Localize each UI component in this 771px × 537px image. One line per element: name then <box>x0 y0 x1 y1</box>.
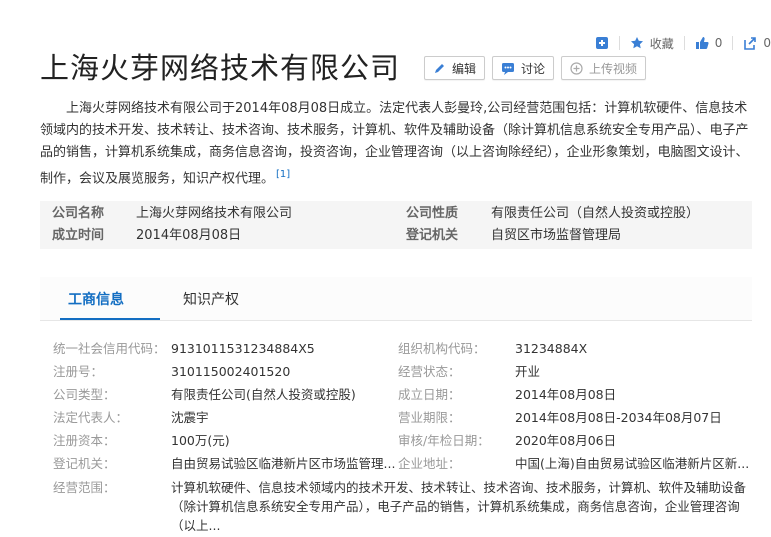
term-label: 营业期限： <box>398 410 461 425</box>
company-type-detail-label: 公司类型： <box>53 387 116 402</box>
authority-value: 自贸区市场监督管理局 <box>491 228 622 243</box>
status-label: 经营状态： <box>398 364 461 379</box>
company-name-label: 公司名称 <box>52 206 105 221</box>
upload-video-button-label: 上传视频 <box>589 61 638 76</box>
legal-rep-value: 沈震宇 <box>171 410 209 425</box>
address-label: 企业地址： <box>398 456 461 471</box>
share-icon <box>744 37 757 50</box>
reg-no-value: 310115002401520 <box>171 364 291 379</box>
chat-icon <box>501 62 515 75</box>
toolbar-divider <box>618 36 620 50</box>
edit-button-label: 编辑 <box>452 61 477 76</box>
favorite-label: 收藏 <box>649 36 674 51</box>
reg-no-label: 注册号： <box>53 364 104 379</box>
founded-value: 2014年08月08日 <box>136 228 242 243</box>
like-button[interactable]: 0 <box>695 36 723 50</box>
star-icon <box>630 37 643 49</box>
reg-authority-label: 登记机关： <box>53 456 116 471</box>
check-date-value: 2020年08月06日 <box>515 433 617 448</box>
est-date-value: 2014年08月08日 <box>515 387 617 402</box>
detail-row: 注册号： 310115002401520 经营状态： 开业 <box>40 361 752 383</box>
tab-bar: 工商信息 知识产权 <box>40 277 752 321</box>
company-type-value: 有限责任公司（自然人投资或控股） <box>491 206 700 221</box>
toolbar-divider <box>732 36 734 50</box>
detail-row: 经营范围： 计算机软硬件、信息技术领域内的技术开发、技术转让、技术咨询、技术服务… <box>40 477 752 537</box>
term-value: 2014年08月08日-2034年08月07日 <box>515 410 722 425</box>
credit-code-label: 统一社会信用代码： <box>53 341 166 356</box>
detail-row: 公司类型： 有限责任公司(自然人投资或控股) 成立日期： 2014年08月08日 <box>40 384 752 406</box>
plus-circle-icon <box>570 61 583 75</box>
toolbar: 收藏 0 0 <box>585 34 771 52</box>
est-date-label: 成立日期： <box>398 387 461 402</box>
company-name-value: 上海火芽网络技术有限公司 <box>136 206 293 221</box>
company-type-detail-value: 有限责任公司(自然人投资或控股) <box>171 387 356 402</box>
detail-row: 登记机关： 自由贸易试验区临港新片区市场监管理... 企业地址： 中国(上海)自… <box>40 453 752 475</box>
reg-authority-value: 自由贸易试验区临港新片区市场监管理... <box>171 456 396 471</box>
plus-square-icon <box>595 37 608 49</box>
check-date-label: 审核/年检日期： <box>398 433 490 448</box>
title-actions: 编辑 讨论 上传视频 <box>424 56 653 80</box>
authority-label: 登记机关 <box>406 228 459 243</box>
status-value: 开业 <box>515 364 541 379</box>
discuss-button-label: 讨论 <box>521 61 546 76</box>
summary-paragraph: 上海火芽网络技术有限公司于2014年08月08日成立。法定代表人彭曼玲,公司经营… <box>40 98 752 190</box>
upload-video-button[interactable]: 上传视频 <box>561 56 647 80</box>
summary-text: 上海火芽网络技术有限公司于2014年08月08日成立。法定代表人彭曼玲,公司经营… <box>40 101 749 187</box>
org-code-value: 31234884X <box>515 341 588 356</box>
active-tab-indicator <box>60 318 160 320</box>
page-title: 上海火芽网络技术有限公司 <box>40 51 401 85</box>
scope-value: 计算机软硬件、信息技术领域内的技术开发、技术转让、技术咨询、技术服务，计算机、软… <box>171 480 747 533</box>
pencil-icon <box>433 62 446 75</box>
reference-link[interactable]: [1] <box>276 169 290 180</box>
add-button[interactable] <box>595 36 609 50</box>
org-code-label: 组织机构代码： <box>398 341 486 356</box>
basic-info-box: 公司名称 上海火芽网络技术有限公司 公司性质 有限责任公司（自然人投资或控股） … <box>40 201 752 249</box>
detail-row: 法定代表人： 沈震宇 营业期限： 2014年08月08日-2034年08月07日 <box>40 407 752 429</box>
share-count: 0 <box>763 36 771 50</box>
detail-row: 统一社会信用代码： 9131011531234884X5 组织机构代码： 312… <box>40 338 752 360</box>
capital-label: 注册资本： <box>53 433 116 448</box>
tab-intellectual-property[interactable]: 知识产权 <box>183 289 239 309</box>
legal-rep-label: 法定代表人： <box>53 410 129 425</box>
credit-code-value: 9131011531234884X5 <box>171 341 315 356</box>
founded-label: 成立时间 <box>52 228 105 243</box>
scope-label: 经营范围： <box>53 480 116 495</box>
like-count: 0 <box>714 36 723 50</box>
capital-value: 100万(元) <box>171 433 230 448</box>
tab-business-info[interactable]: 工商信息 <box>68 289 124 309</box>
company-type-label: 公司性质 <box>406 206 459 221</box>
detail-row: 注册资本： 100万(元) 审核/年检日期： 2020年08月06日 <box>40 430 752 452</box>
address-value: 中国(上海)自由贸易试验区临港新片区新... <box>515 456 750 471</box>
discuss-button[interactable]: 讨论 <box>492 56 555 80</box>
favorite-button[interactable]: 收藏 <box>630 35 674 52</box>
thumbs-up-icon <box>695 37 709 49</box>
share-button[interactable]: 0 <box>743 36 771 50</box>
edit-button[interactable]: 编辑 <box>424 56 486 80</box>
toolbar-divider <box>683 36 685 50</box>
